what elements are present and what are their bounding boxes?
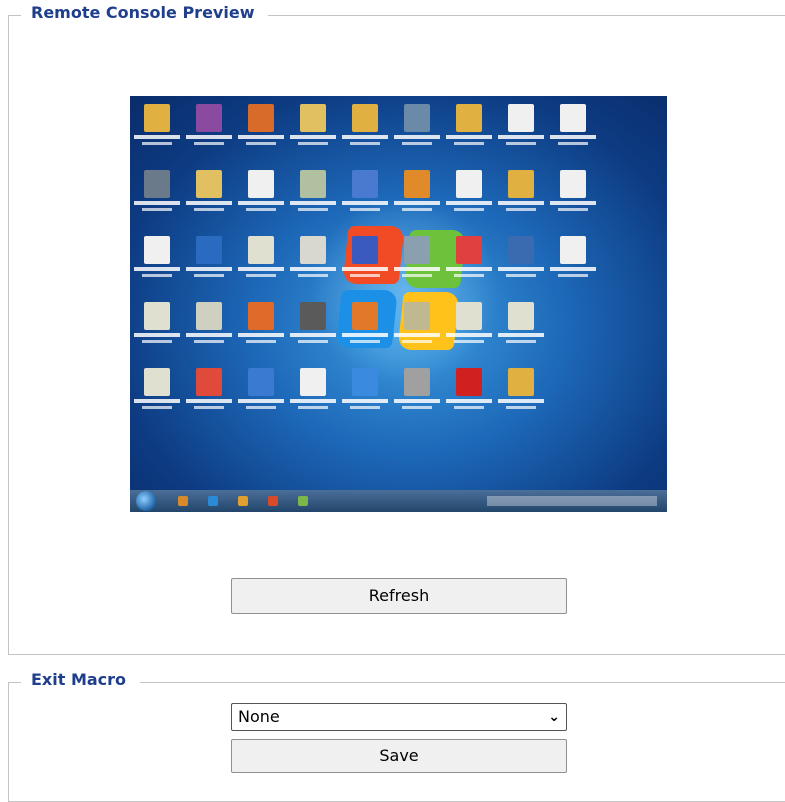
desktop-icon [394, 102, 440, 150]
desktop-icon [446, 234, 492, 282]
desktop-icon [550, 234, 596, 282]
remote-taskbar [130, 490, 667, 512]
start-button-icon [136, 491, 156, 511]
desktop-icon [238, 366, 284, 414]
desktop-icon [186, 102, 232, 150]
desktop-icon [238, 300, 284, 348]
selected-value: None [238, 707, 280, 726]
desktop-icon [446, 102, 492, 150]
desktop-icon [134, 300, 180, 348]
desktop-icon [446, 300, 492, 348]
desktop-icon [238, 168, 284, 216]
desktop-icon [134, 234, 180, 282]
desktop-icon [238, 102, 284, 150]
desktop-icon [394, 234, 440, 282]
desktop-icon [342, 366, 388, 414]
desktop-icon [290, 366, 336, 414]
desktop-icon [446, 366, 492, 414]
desktop-icon [290, 300, 336, 348]
desktop-icon [186, 168, 232, 216]
desktop-icon [186, 366, 232, 414]
desktop-icon [134, 366, 180, 414]
desktop-icon [186, 234, 232, 282]
desktop-icon [134, 168, 180, 216]
desktop-icon [550, 102, 596, 150]
desktop-icon [186, 300, 232, 348]
desktop-icon [134, 102, 180, 150]
desktop-icon [290, 102, 336, 150]
remote-console-screenshot [130, 96, 667, 512]
desktop-icon [342, 102, 388, 150]
desktop-icon [498, 366, 544, 414]
desktop-icon [290, 168, 336, 216]
desktop-icon [342, 168, 388, 216]
desktop-icon [498, 300, 544, 348]
refresh-button[interactable]: Refresh [231, 578, 567, 614]
chevron-down-icon: ⌄ [548, 709, 560, 725]
section-legend: Remote Console Preview [21, 3, 269, 22]
desktop-icon [342, 300, 388, 348]
system-tray [487, 496, 657, 506]
desktop-icon [498, 102, 544, 150]
desktop-icon [498, 168, 544, 216]
desktop-icon [394, 168, 440, 216]
desktop-icon [394, 300, 440, 348]
desktop-icon [238, 234, 284, 282]
save-button[interactable]: Save [231, 739, 567, 773]
desktop-icon [498, 234, 544, 282]
section-legend: Exit Macro [21, 670, 141, 689]
exit-macro-section: Exit Macro None ⌄ Save [8, 670, 785, 802]
desktop-icon [290, 234, 336, 282]
desktop-icon [446, 168, 492, 216]
exit-macro-select[interactable]: None ⌄ [231, 703, 567, 731]
desktop-icon [550, 168, 596, 216]
remote-console-preview-section: Remote Console Preview Refresh [8, 3, 785, 655]
desktop-icon [342, 234, 388, 282]
desktop-icon [394, 366, 440, 414]
